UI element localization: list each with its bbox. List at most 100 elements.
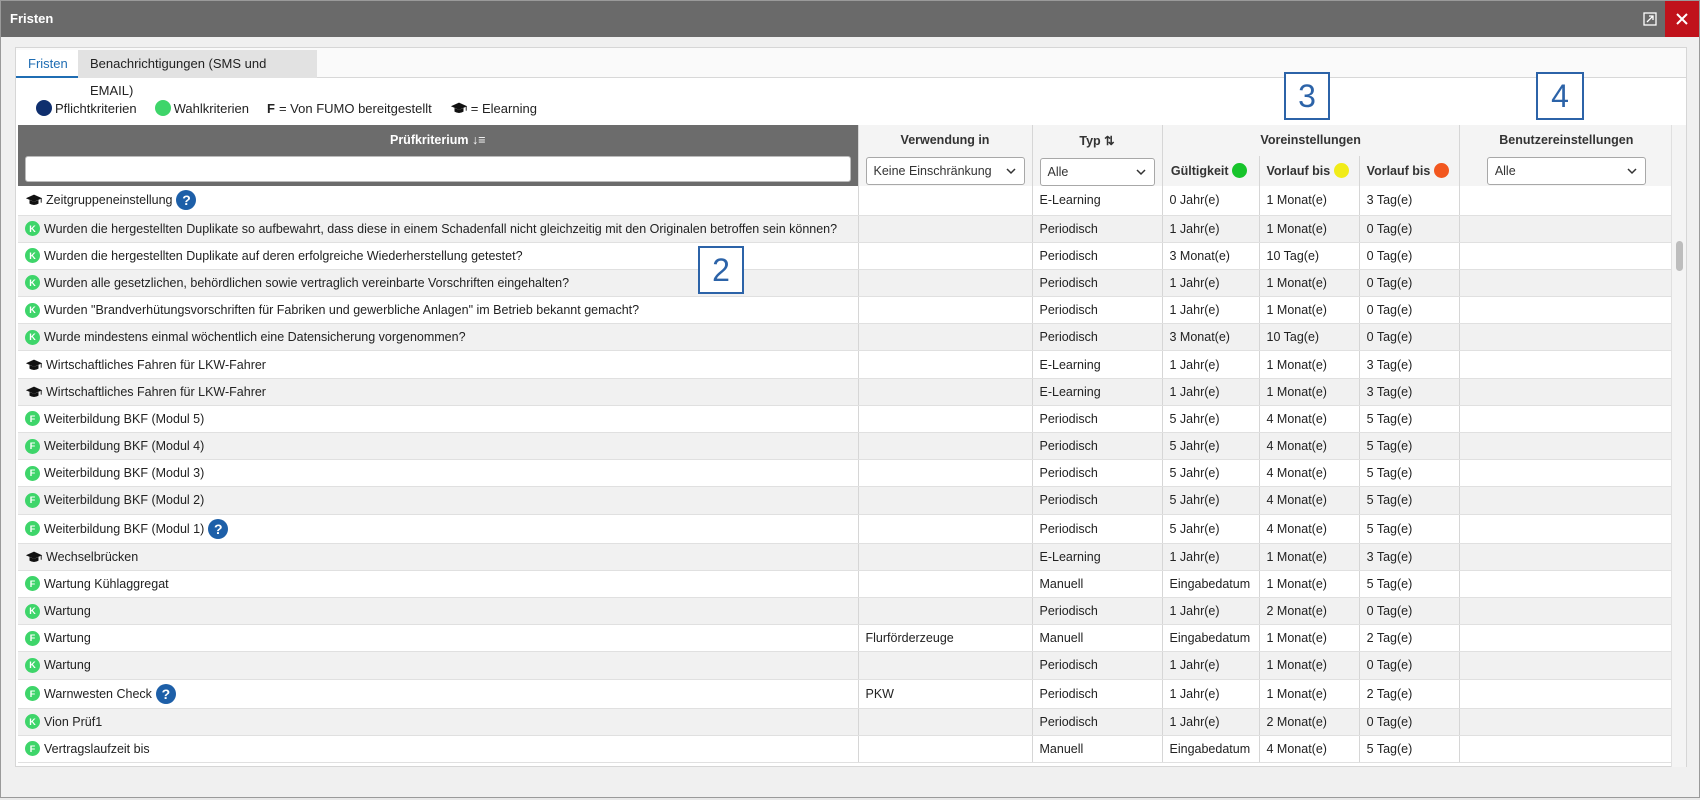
annotation-4: 4 (1536, 72, 1584, 120)
table-row[interactable]: K Wurden alle gesetzlichen, behördlichen … (18, 269, 1674, 298)
cell-verwendung (858, 405, 1033, 434)
green-dot-icon (1232, 163, 1248, 179)
fristen-dialog: Fristen Fristen Benachrichtigungen (SMS … (0, 0, 1700, 798)
cell-gueltigkeit: 5 Jahr(e) (1162, 514, 1260, 544)
cell-typ: Periodisch (1032, 459, 1163, 488)
cell-verwendung (858, 269, 1033, 298)
tab-benachrichtigungen[interactable]: Benachrichtigungen (SMS und EMAIL) (78, 50, 317, 98)
cell-typ: E-Learning (1032, 378, 1163, 406)
table-row[interactable]: Wirtschaftliches Fahren für LKW-Fahrer E-… (18, 350, 1674, 379)
cell-benutzereinstellungen (1459, 708, 1674, 736)
table-row[interactable]: K Wartung Periodisch 1 Jahr(e) 1 Monat(e) 0 T… (18, 651, 1674, 680)
table-row[interactable]: K Wurden die hergestellten Duplikate auf … (18, 242, 1674, 270)
criterion-badge-icon: F (25, 686, 40, 701)
table-row[interactable]: F Weiterbildung BKF (Modul 2) Periodisch 5 … (18, 486, 1674, 515)
criterion-name: Wartung (44, 658, 91, 673)
cell-typ: Manuell (1032, 570, 1163, 598)
cell-verwendung (858, 543, 1033, 571)
table-row[interactable]: F Vertragslaufzeit bis Manuell Eingabedatum… (18, 735, 1674, 763)
cell-typ: Periodisch (1032, 432, 1163, 461)
verwendung-select[interactable]: Keine Einschränkung (865, 157, 1025, 185)
cell-vorlauf-orange: 0 Tag(e) (1359, 242, 1460, 270)
help-icon[interactable]: ? (176, 190, 197, 211)
cell-typ: Periodisch (1032, 269, 1163, 298)
graduation-cap-icon (25, 359, 43, 370)
cell-benutzereinstellungen (1459, 735, 1674, 763)
tab-fristen[interactable]: Fristen (16, 50, 78, 78)
legend: Pflichtkriterien Wahlkriterien F = Von F… (36, 97, 555, 119)
cell-verwendung: Flurförderzeuge (858, 624, 1033, 653)
cell-benutzereinstellungen (1459, 679, 1674, 709)
cell-vorlauf-gelb: 1 Monat(e) (1259, 624, 1360, 653)
cell-vorlauf-orange: 0 Tag(e) (1359, 296, 1460, 325)
content-panel: Fristen Benachrichtigungen (SMS und EMAI… (15, 47, 1687, 767)
cell-vorlauf-gelb: 1 Monat(e) (1259, 570, 1360, 598)
cell-kriterium: Wechselbrücken (18, 543, 859, 571)
criterion-name: Vion Prüf1 (44, 714, 103, 729)
table-row[interactable]: F Wartung Kühlaggregat Manuell Eingabedatum… (18, 570, 1674, 598)
table-row[interactable]: Zeitgruppeneinstellung? E-Learning 0 Jahr(… (18, 186, 1674, 216)
expand-icon[interactable] (1639, 8, 1661, 30)
cell-gueltigkeit: 1 Jahr(e) (1162, 708, 1260, 736)
header-vorlauf-gelb: Vorlauf bis (1259, 155, 1360, 186)
table-scrollbar[interactable] (1671, 125, 1686, 767)
table-row[interactable]: F Weiterbildung BKF (Modul 3) Periodisch 5 … (18, 459, 1674, 488)
criterion-name: Wurde mindestens einmal wöchentlich eine… (44, 330, 466, 345)
cell-typ: Periodisch (1032, 296, 1163, 325)
cell-benutzereinstellungen (1459, 378, 1674, 406)
header-pruefkriterium[interactable]: Prüfkriterium ↓≡ (18, 125, 859, 156)
fristen-table: Prüfkriterium ↓≡ Verwendung in Keine Ein… (18, 125, 1674, 763)
header-benutzer-label: Benutzereinstellungen (1499, 133, 1634, 147)
criterion-name: Weiterbildung BKF (Modul 1) (44, 521, 205, 536)
header-typ-label[interactable]: Typ ⇅ (1040, 133, 1155, 148)
benutzer-select[interactable]: Alle (1486, 157, 1646, 185)
table-row[interactable]: K Wurden die hergestellten Duplikate so a… (18, 215, 1674, 243)
cell-kriterium: F Weiterbildung BKF (Modul 4) (18, 432, 859, 461)
table-row[interactable]: F Wartung Flurförderzeuge Manuell Eingabedat… (18, 624, 1674, 653)
cell-gueltigkeit: 1 Jahr(e) (1162, 378, 1260, 406)
cell-vorlauf-gelb: 2 Monat(e) (1259, 597, 1360, 626)
table-row[interactable]: K Wurde mindestens einmal wöchentlich ein… (18, 323, 1674, 352)
cell-vorlauf-orange: 2 Tag(e) (1359, 624, 1460, 653)
criterion-badge-icon: F (25, 492, 40, 508)
table-row[interactable]: F Weiterbildung BKF (Modul 4) Periodisch 5 … (18, 432, 1674, 461)
table-row[interactable]: F Weiterbildung BKF (Modul 1)? Periodisch 5… (18, 514, 1674, 544)
close-icon[interactable] (1665, 1, 1699, 37)
table-row[interactable]: K Vion Prüf1 Periodisch 1 Jahr(e) 2 Monat(e)… (18, 708, 1674, 736)
criterion-badge-icon: F (25, 438, 40, 454)
cell-verwendung (858, 323, 1033, 352)
cell-kriterium: K Wartung (18, 651, 859, 680)
cell-benutzereinstellungen (1459, 269, 1674, 298)
graduation-cap-icon (25, 194, 43, 206)
cell-verwendung (858, 459, 1033, 488)
criterion-name: Weiterbildung BKF (Modul 4) (44, 439, 205, 454)
help-icon[interactable]: ? (155, 683, 176, 704)
typ-select-value: Alle (1047, 165, 1069, 179)
table-row[interactable]: Wirtschaftliches Fahren für LKW-Fahrer E-… (18, 378, 1674, 406)
help-icon[interactable]: ? (208, 518, 229, 539)
table-row[interactable]: F Weiterbildung BKF (Modul 5) Periodisch 5 … (18, 405, 1674, 434)
table-row[interactable]: Wechselbrücken E-Learning 1 Jahr(e) 1 Monat… (18, 543, 1674, 571)
cell-benutzereinstellungen (1459, 215, 1674, 243)
cell-vorlauf-gelb: 10 Tag(e) (1259, 323, 1360, 352)
annotation-3: 3 (1284, 72, 1330, 120)
cell-benutzereinstellungen (1459, 624, 1674, 653)
cell-kriterium: F Weiterbildung BKF (Modul 3) (18, 459, 859, 488)
table-row[interactable]: F Warnwesten Check? PKW Periodisch 1 Jahr(e)… (18, 679, 1674, 709)
kriterium-filter-input[interactable] (25, 155, 851, 182)
cell-gueltigkeit: 1 Jahr(e) (1162, 350, 1260, 379)
scrollbar-thumb[interactable] (1676, 241, 1683, 271)
cell-kriterium: K Wurden "Brandverhütungsvorschriften für… (18, 296, 859, 325)
criterion-name: Warnwesten Check (44, 686, 152, 701)
criterion-name: Wartung Kühlaggregat (44, 576, 169, 591)
cell-vorlauf-orange: 5 Tag(e) (1359, 459, 1460, 488)
table-row[interactable]: K Wartung Periodisch 1 Jahr(e) 2 Monat(e) 0 T… (18, 597, 1674, 626)
cell-typ: Periodisch (1032, 597, 1163, 626)
cell-vorlauf-gelb: 4 Monat(e) (1259, 486, 1360, 515)
typ-select[interactable]: Alle (1039, 158, 1155, 186)
cell-vorlauf-orange: 5 Tag(e) (1359, 735, 1460, 763)
table-row[interactable]: K Wurden "Brandverhütungsvorschriften für… (18, 296, 1674, 325)
cell-vorlauf-gelb: 4 Monat(e) (1259, 432, 1360, 461)
cell-verwendung (858, 186, 1033, 216)
cell-benutzereinstellungen (1459, 432, 1674, 461)
